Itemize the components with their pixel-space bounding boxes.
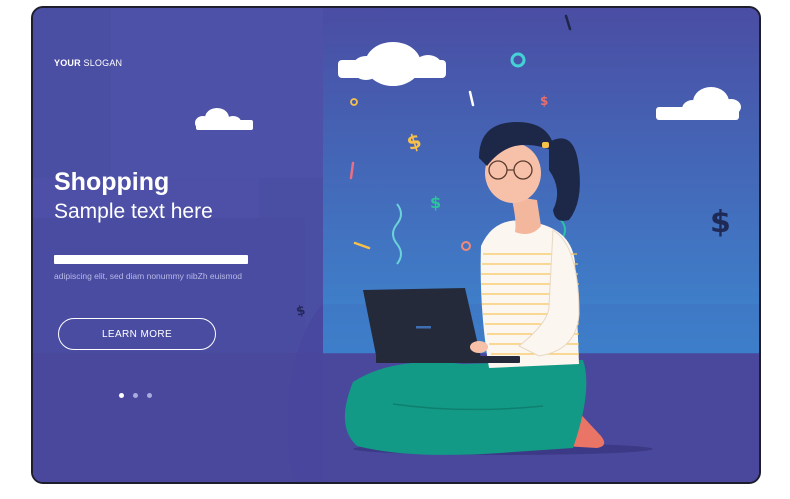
brand-slogan: YOUR SLOGAN	[54, 58, 122, 68]
learn-more-button[interactable]: LEARN MORE	[58, 318, 216, 350]
hero-subtitle: Sample text here	[54, 200, 213, 223]
landing-banner: $ $ $ $ $ YOUR SLOGAN Shopping Sample te…	[31, 6, 761, 484]
divider-bar	[54, 255, 248, 264]
carousel-dot[interactable]	[119, 393, 124, 398]
dollar-icon: $	[710, 205, 731, 240]
carousel-dot[interactable]	[147, 393, 152, 398]
carousel-indicator	[119, 393, 152, 398]
dollar-icon: $	[540, 94, 548, 108]
dollar-icon: $	[430, 193, 441, 212]
illustration: $ $ $ $ $	[33, 8, 759, 482]
slogan-bold: YOUR	[54, 58, 81, 68]
slogan-rest: SLOGAN	[80, 58, 123, 68]
hero-title: Shopping	[54, 168, 170, 196]
carousel-dot[interactable]	[133, 393, 138, 398]
hero-description: adipiscing elit, sed diam nonummy nibZh …	[54, 271, 243, 281]
